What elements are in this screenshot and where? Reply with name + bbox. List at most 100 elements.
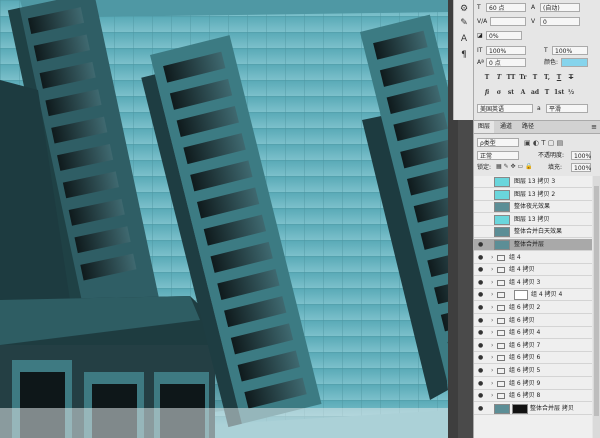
layer-row[interactable]: ● › 组 6 拷贝 4 [474,327,592,340]
layer-row[interactable]: ● › 组 4 拷贝 [474,264,592,277]
layer-row[interactable]: 图层 13 拷贝 [474,214,592,226]
layer-row[interactable]: ● › 组 4 拷贝 4 [474,289,592,302]
antialias-select[interactable]: 平滑 [546,104,588,113]
lock-all-icon[interactable]: 🔒 [525,163,532,170]
expand-chevron-icon[interactable]: › [491,264,493,276]
expand-chevron-icon[interactable]: › [491,277,493,289]
visibility-eye-icon[interactable]: ● [478,354,485,361]
expand-chevron-icon[interactable]: › [491,302,493,314]
layer-kind-filter[interactable]: ρ类型 [477,138,519,147]
document-canvas[interactable] [0,0,448,438]
layer-row[interactable]: 整体夜光效果 [474,201,592,214]
expand-chevron-icon[interactable]: › [491,390,493,402]
adjust-filter-icon[interactable]: ◐ [533,139,539,147]
visibility-eye-icon[interactable] [478,228,485,235]
visibility-eye-icon[interactable] [478,216,485,223]
small-caps-button[interactable]: Tr [518,73,528,82]
layer-row[interactable]: ● 整体合并层 [474,239,592,251]
mask-thumbnail[interactable] [514,290,528,301]
visibility-eye-icon[interactable]: ● [478,392,485,399]
layer-row[interactable]: ● 整体合并层 拷贝 [474,403,592,415]
layer-row[interactable]: 图层 13 拷贝 3 [474,176,592,188]
visibility-eye-icon[interactable]: ● [478,291,485,298]
tab-channels[interactable]: 通道 [496,121,516,133]
smart-filter-icon[interactable]: ▤ [557,139,564,147]
layer-row[interactable]: ● › 组 6 拷贝 6 [474,352,592,365]
brush-icon[interactable]: ✎ [458,17,470,29]
layer-thumbnail[interactable] [494,177,510,187]
opacity-field[interactable]: 100% [571,151,591,160]
titling-button[interactable]: ad [530,88,540,97]
lock-pixels-icon[interactable]: ✎ [504,163,509,170]
tab-layers[interactable]: 图层 [474,121,495,133]
panel-menu-icon[interactable]: ≡ [591,121,597,133]
visibility-eye-icon[interactable]: ● [478,317,485,324]
expand-chevron-icon[interactable]: › [491,365,493,377]
character-panel-icon[interactable]: A [458,33,470,45]
superscript-button[interactable]: T [530,73,540,82]
expand-chevron-icon[interactable]: › [491,252,493,264]
stylistic-alternates-button[interactable]: A [518,88,528,97]
vertical-scale-field[interactable]: 100% [486,46,526,55]
visibility-eye-icon[interactable]: ● [478,241,485,248]
tsume-field[interactable]: 0% [486,31,522,40]
tab-paths[interactable]: 路径 [518,121,538,133]
fractions-button[interactable]: ½ [566,88,576,97]
visibility-eye-icon[interactable] [478,178,485,185]
ordinals-button[interactable]: 1st [554,88,564,97]
blend-mode-select[interactable]: 正常 [477,151,519,160]
baseline-shift-field[interactable]: 0 点 [486,58,526,67]
subscript-button[interactable]: T, [542,73,552,82]
swash-button[interactable]: st [506,88,516,97]
layer-row[interactable]: ● › 组 6 拷贝 9 [474,378,592,390]
kerning-field[interactable] [490,17,526,26]
layer-row[interactable]: ● › 组 6 拷贝 5 [474,365,592,377]
ligature-button[interactable]: fi [482,88,492,97]
lock-position-icon[interactable]: ✥ [511,163,516,170]
layer-row[interactable]: 图层 13 拷贝 2 [474,189,592,201]
all-caps-button[interactable]: TT [506,73,516,82]
layer-thumbnail[interactable] [494,227,510,238]
layer-row[interactable]: 整体合并白天效果 [474,226,592,239]
layer-row[interactable]: ● › 组 6 拷贝 [474,315,592,327]
layer-row[interactable]: ● › 组 6 拷贝 7 [474,340,592,352]
visibility-eye-icon[interactable]: ● [478,279,485,286]
layer-row[interactable]: ● › 组 6 拷贝 2 [474,302,592,314]
expand-chevron-icon[interactable]: › [491,289,493,301]
visibility-eye-icon[interactable]: ● [478,304,485,311]
visibility-eye-icon[interactable]: ● [478,266,485,273]
history-icon[interactable]: ⚙ [458,3,470,15]
visibility-eye-icon[interactable]: ● [478,342,485,349]
visibility-eye-icon[interactable] [478,203,485,210]
shape-filter-icon[interactable]: ▢ [548,139,555,147]
layer-thumbnail[interactable] [494,214,510,225]
expand-chevron-icon[interactable]: › [491,352,493,364]
underline-button[interactable]: T [554,73,564,82]
tracking-field[interactable]: 0 [540,17,580,26]
layer-thumbnail[interactable] [494,189,510,200]
paragraph-panel-icon[interactable]: ¶ [458,49,470,61]
layers-scrollbar[interactable] [593,176,600,438]
text-color-swatch[interactable] [561,58,588,67]
faux-bold-button[interactable]: T [482,73,492,82]
horizontal-scale-field[interactable]: 100% [552,46,588,55]
visibility-eye-icon[interactable]: ● [478,329,485,336]
old-style-button[interactable]: σ [494,88,504,97]
ornaments-button[interactable]: T [542,88,552,97]
layer-row[interactable]: ● › 组 4 拷贝 3 [474,277,592,289]
strikethrough-button[interactable]: T [566,73,576,82]
font-size-field[interactable]: 60 点 [486,3,526,12]
layer-row[interactable]: ● › 组 4 [474,252,592,264]
layer-thumbnail[interactable] [494,403,510,414]
layer-thumbnail[interactable] [494,202,510,213]
faux-italic-button[interactable]: T [494,73,504,82]
lock-artboard-icon[interactable]: ▭ [518,163,524,170]
layer-row[interactable]: ● › 组 6 拷贝 8 [474,390,592,403]
layer-thumbnail[interactable] [494,240,510,250]
visibility-eye-icon[interactable]: ● [478,254,485,261]
lock-transparency-icon[interactable]: ▦ [496,163,502,170]
pixel-filter-icon[interactable]: ▣ [524,139,531,147]
fill-field[interactable]: 100% [571,163,591,172]
expand-chevron-icon[interactable]: › [491,327,493,339]
leading-field[interactable]: (自动) [540,3,580,12]
